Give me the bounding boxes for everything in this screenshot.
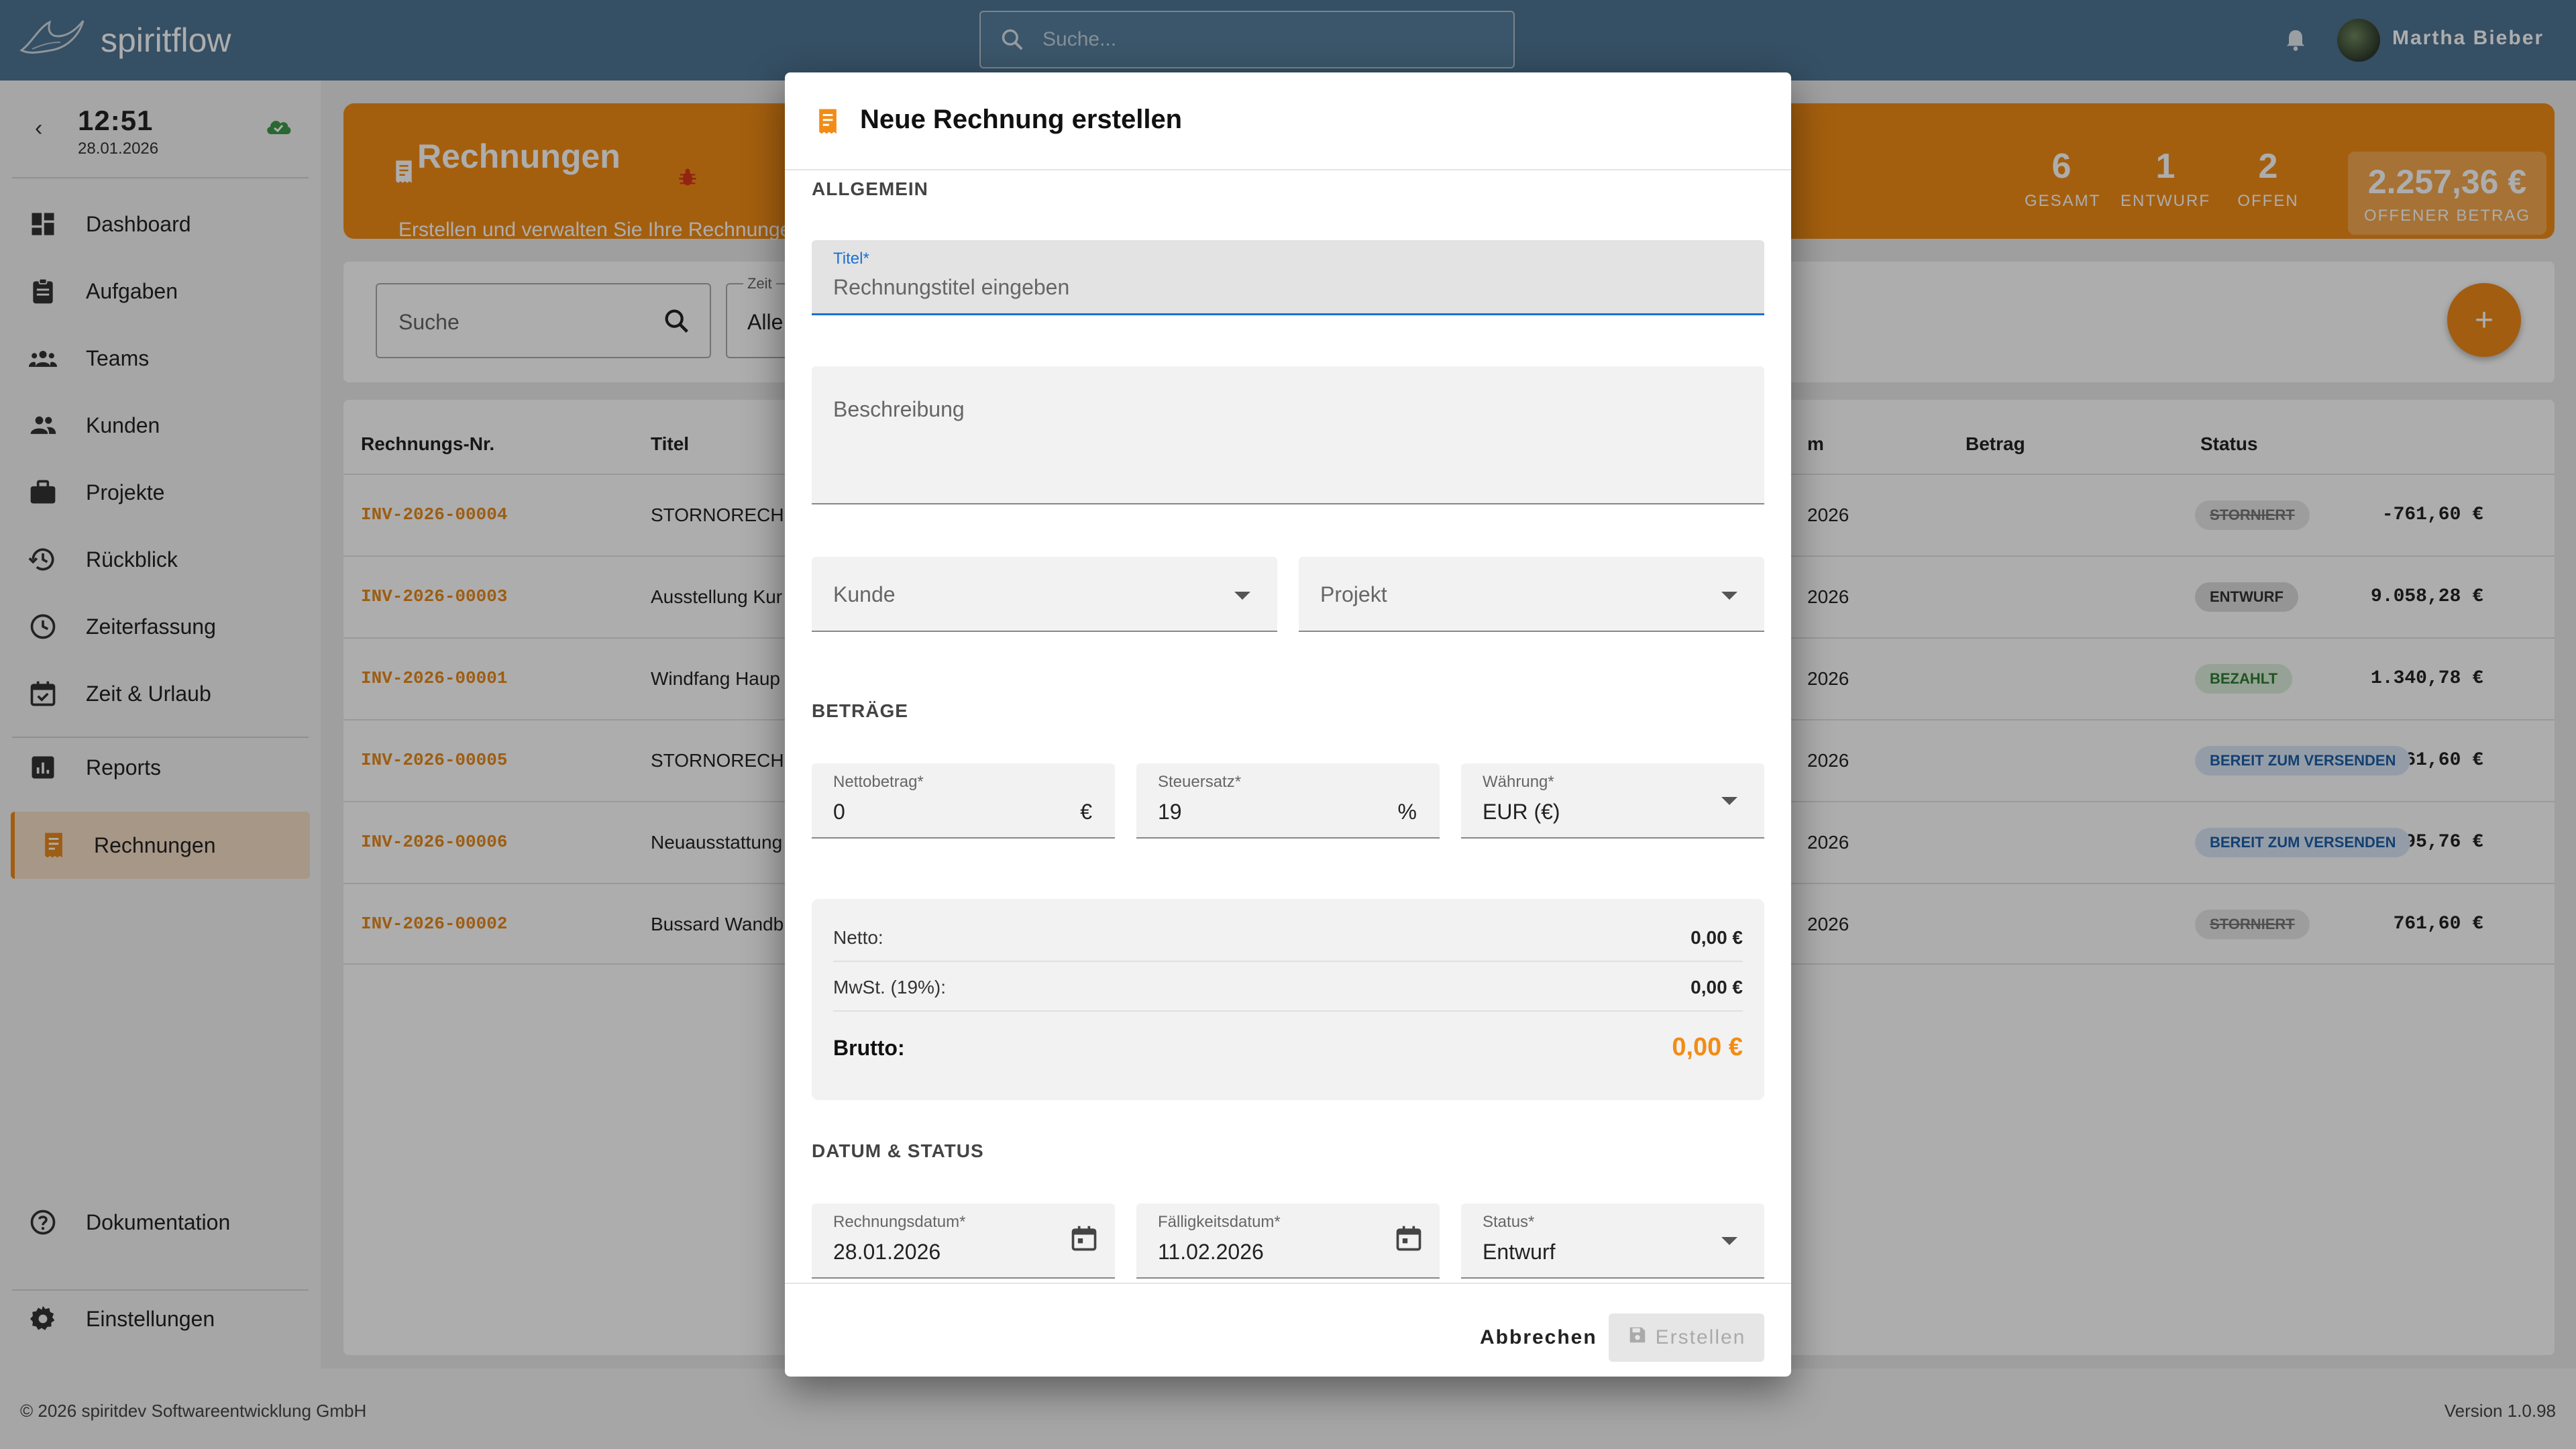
- dialog-title: Neue Rechnung erstellen: [860, 105, 1183, 134]
- summary-net-row: Netto: 0,00 €: [833, 912, 1743, 962]
- dialog-header: Neue Rechnung erstellen: [785, 72, 1791, 170]
- due-date-input[interactable]: Fälligkeitsdatum* 11.02.2026: [1136, 1203, 1440, 1279]
- title-input-placeholder: Rechnungstitel eingeben: [833, 275, 1070, 299]
- app-root: spiritflow Suche... Martha Bieber ‹ 12:5…: [0, 0, 2576, 1449]
- description-textarea[interactable]: Beschreibung: [812, 366, 1764, 504]
- status-value: Entwurf: [1483, 1240, 1556, 1264]
- customer-select[interactable]: Kunde: [812, 557, 1277, 632]
- invoice-date-label: Rechnungsdatum*: [833, 1213, 966, 1231]
- due-date-value: 11.02.2026: [1158, 1240, 1264, 1264]
- tax-rate-label: Steuersatz*: [1158, 773, 1242, 791]
- project-placeholder: Projekt: [1320, 582, 1387, 606]
- invoice-date-input[interactable]: Rechnungsdatum* 28.01.2026: [812, 1203, 1115, 1279]
- create-button[interactable]: Erstellen: [1609, 1313, 1764, 1362]
- currency-suffix: €: [1080, 800, 1092, 824]
- description-placeholder: Beschreibung: [833, 397, 965, 421]
- currency-value: EUR (€): [1483, 800, 1560, 824]
- summary-vat-row: MwSt. (19%): 0,00 €: [833, 962, 1743, 1012]
- section-heading-general: ALLGEMEIN: [812, 178, 928, 199]
- receipt-icon: [813, 106, 843, 140]
- project-select[interactable]: Projekt: [1299, 557, 1764, 632]
- section-heading-amounts: BETRÄGE: [812, 700, 908, 721]
- calendar-icon[interactable]: [1069, 1224, 1099, 1256]
- invoice-date-value: 28.01.2026: [833, 1240, 941, 1264]
- net-amount-input[interactable]: Nettobetrag* 0 €: [812, 763, 1115, 839]
- summary-gross-label: Brutto:: [833, 1036, 905, 1060]
- summary-net-value: 0,00 €: [1690, 927, 1743, 948]
- calendar-icon[interactable]: [1394, 1224, 1424, 1256]
- net-amount-value: 0: [833, 800, 845, 824]
- summary-gross-row: Brutto: 0,00 €: [833, 1017, 1743, 1077]
- net-amount-label: Nettobetrag*: [833, 773, 924, 791]
- chevron-down-icon: [1721, 592, 1737, 600]
- save-icon: [1627, 1325, 1648, 1350]
- dialog-footer: Abbrechen Erstellen: [785, 1283, 1791, 1377]
- summary-gross-value: 0,00 €: [1672, 1033, 1743, 1061]
- status-label: Status*: [1483, 1213, 1535, 1231]
- new-invoice-dialog: Neue Rechnung erstellen ALLGEMEIN Titel*…: [785, 72, 1791, 1377]
- due-date-label: Fälligkeitsdatum*: [1158, 1213, 1281, 1231]
- tax-rate-value: 19: [1158, 800, 1182, 824]
- create-button-label: Erstellen: [1655, 1326, 1746, 1348]
- summary-vat-value: 0,00 €: [1690, 977, 1743, 998]
- title-input-label: Titel*: [833, 250, 869, 268]
- cancel-button[interactable]: Abbrechen: [1466, 1313, 1611, 1362]
- customer-placeholder: Kunde: [833, 582, 896, 606]
- summary-vat-label: MwSt. (19%):: [833, 977, 947, 998]
- currency-label: Währung*: [1483, 773, 1554, 791]
- status-select[interactable]: Status* Entwurf: [1461, 1203, 1764, 1279]
- tax-rate-input[interactable]: Steuersatz* 19 %: [1136, 763, 1440, 839]
- amount-summary: Netto: 0,00 € MwSt. (19%): 0,00 € Brutto…: [812, 899, 1764, 1100]
- chevron-down-icon: [1234, 592, 1250, 600]
- summary-net-label: Netto:: [833, 927, 883, 948]
- section-heading-date-status: DATUM & STATUS: [812, 1140, 984, 1161]
- chevron-down-icon: [1721, 1237, 1737, 1245]
- currency-select[interactable]: Währung* EUR (€): [1461, 763, 1764, 839]
- percent-suffix: %: [1397, 800, 1417, 824]
- chevron-down-icon: [1721, 797, 1737, 805]
- title-input[interactable]: Titel* Rechnungstitel eingeben: [812, 240, 1764, 315]
